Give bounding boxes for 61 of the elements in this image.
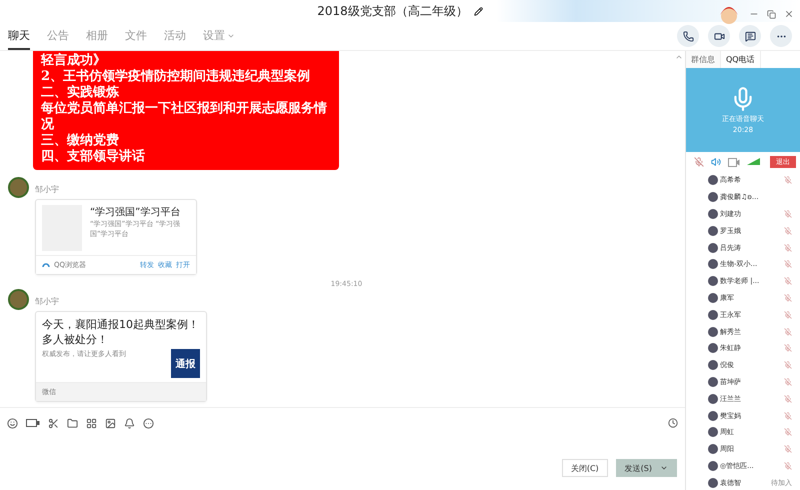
member-avatar: [708, 326, 718, 337]
member-avatar: [708, 376, 718, 387]
close-icon[interactable]: [784, 9, 794, 19]
window-title: 2018级党支部（高二年级）: [317, 2, 468, 20]
sender-name: 邹小宇: [35, 297, 59, 306]
member-avatar: [708, 310, 718, 320]
edit-icon[interactable]: [474, 6, 483, 16]
article-title: 今天，襄阳通报10起典型案例！多人被处分！: [42, 317, 200, 347]
member-avatar: [708, 343, 718, 354]
member-avatar: [708, 394, 718, 404]
message-icon: [744, 30, 756, 42]
member-avatar: [708, 175, 718, 186]
notice-text-line: 四、支部领导讲话: [41, 149, 146, 165]
muted-mic-icon[interactable]: [694, 157, 704, 167]
message-button[interactable]: [739, 25, 761, 47]
article-thumbnail: 通报: [171, 349, 200, 378]
notice-text-line: 每位党员简单汇报一下社区报到和开展志愿服务情况: [41, 101, 328, 133]
image-icon[interactable]: [105, 418, 116, 428]
member-avatar: [708, 360, 718, 370]
notice-text-line: 2、王书仿领学疫情防控期间违规违纪典型案例: [41, 69, 312, 84]
history-icon[interactable]: [668, 418, 678, 428]
member-avatar: [708, 259, 718, 270]
member-avatar: [708, 444, 718, 454]
scroll-up-icon[interactable]: [675, 53, 683, 61]
video-call-button[interactable]: [708, 25, 730, 47]
member-avatar: [708, 242, 718, 253]
browser-logo-icon: [42, 261, 50, 269]
caret-icon: [660, 464, 668, 472]
phone-icon: [682, 30, 694, 42]
speaker-icon[interactable]: [711, 157, 721, 167]
group-tab[interactable]: 聊天: [8, 22, 30, 50]
member-avatar: [708, 292, 718, 303]
notice-text-line: 二、实践锻炼: [41, 85, 120, 101]
more-icon[interactable]: [143, 418, 154, 428]
member-avatar: [708, 427, 718, 438]
sender-avatar: [8, 177, 29, 198]
signal-icon: [747, 158, 760, 166]
member-avatar: [708, 192, 718, 202]
member-avatar: [708, 410, 718, 421]
folder-icon[interactable]: [67, 418, 78, 428]
sender-name: 邹小宇: [35, 185, 59, 194]
video-camera-icon: [714, 30, 724, 42]
sender-avatar: [8, 289, 29, 310]
camera-icon[interactable]: [728, 158, 740, 166]
emoji-icon[interactable]: [7, 418, 18, 428]
side-tab[interactable]: 群信息: [686, 51, 721, 68]
member-avatar: [708, 276, 718, 286]
card-title: “学习强国”学习平台: [90, 206, 182, 219]
notice-text-line: 三、缴纳党费: [41, 133, 120, 148]
scissors-icon[interactable]: [48, 418, 59, 428]
close-button[interactable]: 关闭(C): [562, 459, 608, 477]
send-button[interactable]: 发送(S): [616, 459, 677, 477]
bell-icon[interactable]: [124, 418, 135, 428]
phone-call-button[interactable]: [677, 25, 699, 47]
member-avatar: [708, 208, 718, 219]
apps-icon[interactable]: [86, 418, 97, 428]
member-avatar: [708, 226, 718, 236]
restore-icon[interactable]: [767, 10, 776, 18]
member-avatar: [708, 478, 718, 488]
notice-text-line: 轻言成功》: [41, 53, 107, 69]
member-avatar: [708, 460, 718, 471]
